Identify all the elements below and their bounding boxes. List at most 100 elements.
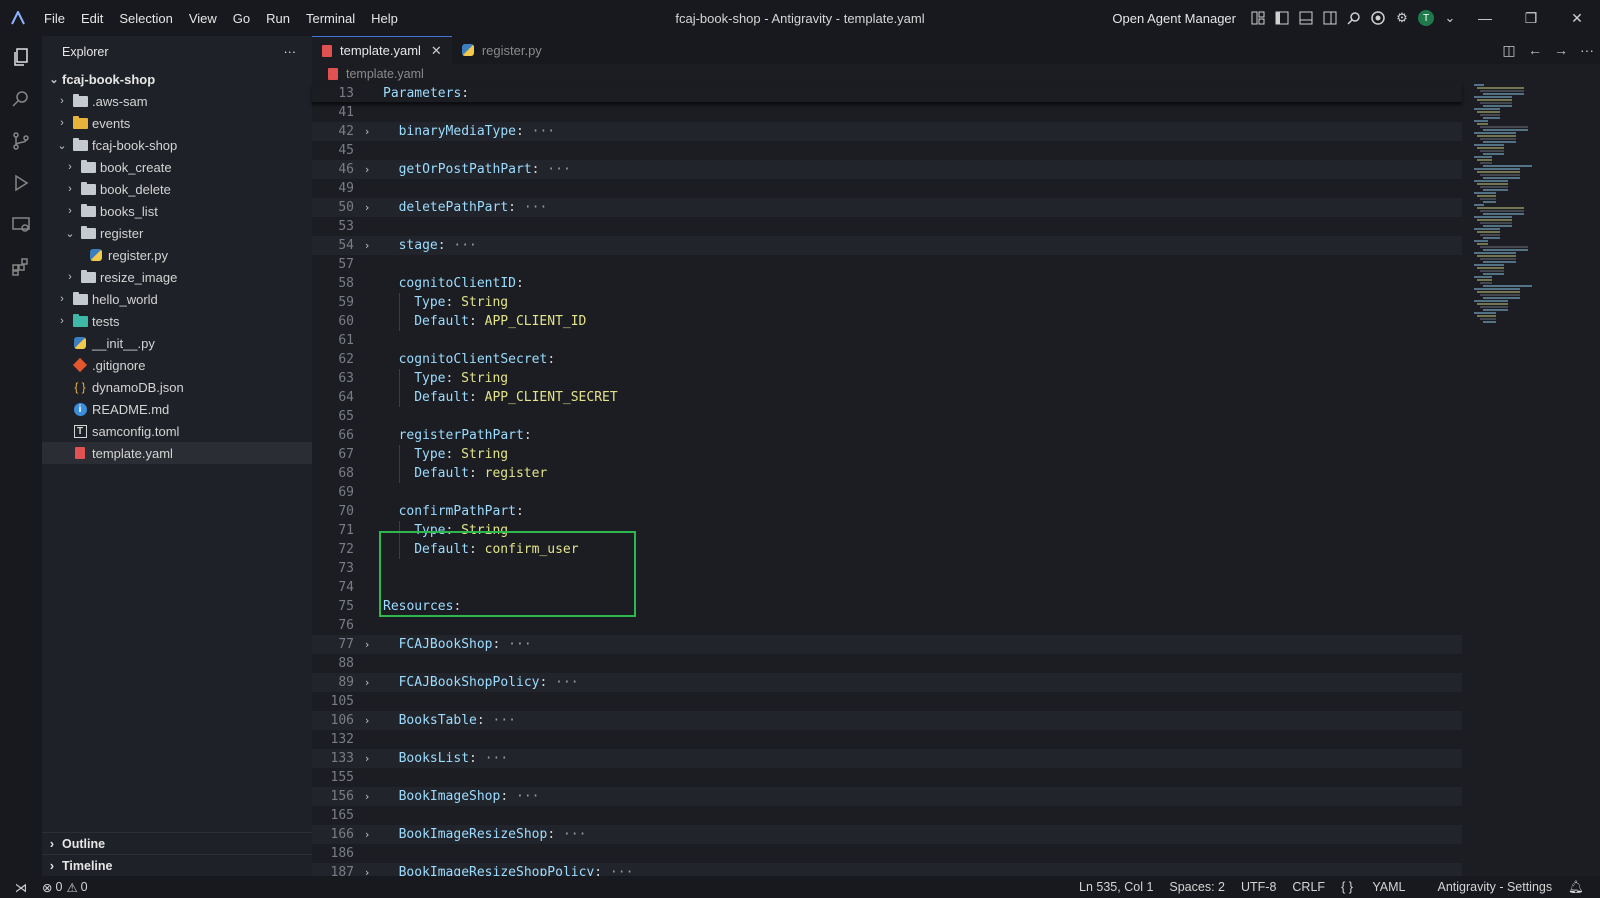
tree-item[interactable]: › resize_image — [42, 266, 312, 288]
menu-view[interactable]: View — [181, 11, 225, 26]
problems-indicator[interactable]: ⊗ 0 ⚠ 0 — [42, 880, 88, 895]
tree-item[interactable]: › book_delete — [42, 178, 312, 200]
minimize-icon[interactable]: — — [1462, 0, 1508, 36]
split-editor-icon[interactable]: ◫ — [1496, 42, 1522, 59]
tree-item[interactable]: ⌄ fcaj-book-shop — [42, 134, 312, 156]
code-line[interactable]: 53 — [312, 217, 1462, 236]
code-line[interactable]: 42 › binaryMediaType: ··· — [312, 122, 1462, 141]
code-line[interactable]: 67 Type: String — [312, 445, 1462, 464]
fold-chevron-icon[interactable]: › — [354, 787, 380, 806]
code-line[interactable]: 165 — [312, 806, 1462, 825]
folded-ellipsis-icon[interactable]: ··· — [508, 789, 540, 804]
code-line[interactable]: 68 Default: register — [312, 464, 1462, 483]
close-tab-icon[interactable]: ✕ — [431, 43, 442, 59]
folded-ellipsis-icon[interactable]: ··· — [477, 751, 509, 766]
code-line[interactable]: 45 — [312, 141, 1462, 160]
explorer-more-actions-icon[interactable]: ··· — [284, 45, 297, 59]
settings-link[interactable]: Antigravity - Settings — [1437, 880, 1552, 894]
source-control-icon[interactable] — [0, 120, 42, 162]
tree-item[interactable]: Tsamconfig.toml — [42, 420, 312, 442]
code-line[interactable]: 186 — [312, 844, 1462, 863]
go-forward-icon[interactable]: → — [1548, 42, 1574, 58]
tree-item[interactable]: template.yaml — [42, 442, 312, 464]
code-line[interactable]: 46 › getOrPostPathPart: ··· — [312, 160, 1462, 179]
folded-ellipsis-icon[interactable]: ··· — [516, 200, 548, 215]
browser-icon[interactable] — [1366, 0, 1390, 36]
search-icon[interactable] — [1342, 0, 1366, 36]
tree-item[interactable]: .gitignore — [42, 354, 312, 376]
indentation[interactable]: Spaces: 2 — [1169, 880, 1225, 894]
chevron-down-icon[interactable]: ⌄ — [1438, 0, 1462, 36]
code-line[interactable]: 76 — [312, 616, 1462, 635]
toggle-primary-sidebar-icon[interactable] — [1270, 0, 1294, 36]
menu-run[interactable]: Run — [258, 11, 298, 26]
code-line[interactable]: 105 — [312, 692, 1462, 711]
code-line[interactable]: 132 — [312, 730, 1462, 749]
code-line[interactable]: 63 Type: String — [312, 369, 1462, 388]
settings-gear-icon[interactable]: ⚙ — [1390, 0, 1414, 36]
code-line[interactable]: 66 registerPathPart: — [312, 426, 1462, 445]
code-line[interactable]: 54 › stage: ··· — [312, 236, 1462, 255]
toggle-panel-icon[interactable] — [1294, 0, 1318, 36]
menu-file[interactable]: File — [36, 11, 73, 26]
folded-ellipsis-icon[interactable]: ··· — [500, 637, 532, 652]
tree-item[interactable]: ⌄ register — [42, 222, 312, 244]
go-back-icon[interactable]: ← — [1522, 42, 1548, 58]
tree-item[interactable]: › hello_world — [42, 288, 312, 310]
code-line[interactable]: 59 Type: String — [312, 293, 1462, 312]
fold-chevron-icon[interactable]: › — [354, 122, 380, 141]
notifications-bell-icon[interactable]: 🔔︎ — [1568, 880, 1584, 895]
toggle-secondary-sidebar-icon[interactable] — [1318, 0, 1342, 36]
tree-item[interactable]: › books_list — [42, 200, 312, 222]
code-line[interactable]: 106 › BooksTable: ··· — [312, 711, 1462, 730]
minimap[interactable] — [1474, 84, 1584, 334]
language-mode[interactable]: { } YAML — [1341, 880, 1421, 894]
encoding[interactable]: UTF-8 — [1241, 880, 1276, 894]
tree-item[interactable]: i README.md — [42, 398, 312, 420]
code-line[interactable]: 77 › FCAJBookShop: ··· — [312, 635, 1462, 654]
sticky-scroll-line[interactable]: 13 Parameters: — [312, 84, 1462, 103]
fold-chevron-icon[interactable]: › — [354, 749, 380, 768]
menu-go[interactable]: Go — [225, 11, 258, 26]
folded-ellipsis-icon[interactable]: ··· — [485, 713, 517, 728]
folded-ellipsis-icon[interactable]: ··· — [539, 162, 571, 177]
close-window-icon[interactable]: ✕ — [1554, 0, 1600, 36]
code-line[interactable]: 156 › BookImageShop: ··· — [312, 787, 1462, 806]
code-line[interactable]: 62 cognitoClientSecret: — [312, 350, 1462, 369]
code-line[interactable]: 70 confirmPathPart: — [312, 502, 1462, 521]
fold-chevron-icon[interactable]: › — [354, 635, 380, 654]
tree-item[interactable]: { } dynamoDB.json — [42, 376, 312, 398]
fold-chevron-icon[interactable]: › — [354, 236, 380, 255]
tree-item[interactable]: __init__.py — [42, 332, 312, 354]
menu-edit[interactable]: Edit — [73, 11, 111, 26]
code-editor[interactable]: 13 Parameters: 41 42 › binaryMediaType: ··· 45… — [312, 84, 1462, 882]
folded-ellipsis-icon[interactable]: ··· — [446, 238, 477, 253]
outline-section[interactable]: › Outline — [42, 832, 312, 854]
restore-icon[interactable]: ❐ — [1508, 0, 1554, 36]
fold-chevron-icon[interactable]: › — [354, 825, 380, 844]
remote-explorer-icon[interactable] — [0, 204, 42, 246]
account-avatar[interactable]: T — [1414, 0, 1438, 36]
tab-template-yaml[interactable]: template.yaml ✕ — [312, 36, 452, 64]
menu-terminal[interactable]: Terminal — [298, 11, 363, 26]
code-line[interactable]: 49 — [312, 179, 1462, 198]
extensions-icon[interactable] — [0, 246, 42, 288]
search-view-icon[interactable] — [0, 78, 42, 120]
layout-customize-icon[interactable] — [1246, 0, 1270, 36]
tree-item[interactable]: › .aws-sam — [42, 90, 312, 112]
more-actions-icon[interactable]: ··· — [1574, 42, 1600, 58]
menu-selection[interactable]: Selection — [111, 11, 180, 26]
folded-ellipsis-icon[interactable]: ··· — [524, 124, 556, 139]
tree-item[interactable]: register.py — [42, 244, 312, 266]
tree-item[interactable]: › book_create — [42, 156, 312, 178]
fold-chevron-icon[interactable]: › — [354, 160, 380, 179]
code-line[interactable]: 58 cognitoClientID: — [312, 274, 1462, 293]
code-line[interactable]: 57 — [312, 255, 1462, 274]
run-debug-icon[interactable] — [0, 162, 42, 204]
breadcrumb-file[interactable]: template.yaml — [346, 67, 424, 81]
code-line[interactable]: 61 — [312, 331, 1462, 350]
tree-item[interactable]: › events — [42, 112, 312, 134]
code-line[interactable]: 166 › BookImageResizeShop: ··· — [312, 825, 1462, 844]
remote-indicator-icon[interactable]: ⋊ — [0, 876, 42, 898]
code-line[interactable]: 64 Default: APP_CLIENT_SECRET — [312, 388, 1462, 407]
